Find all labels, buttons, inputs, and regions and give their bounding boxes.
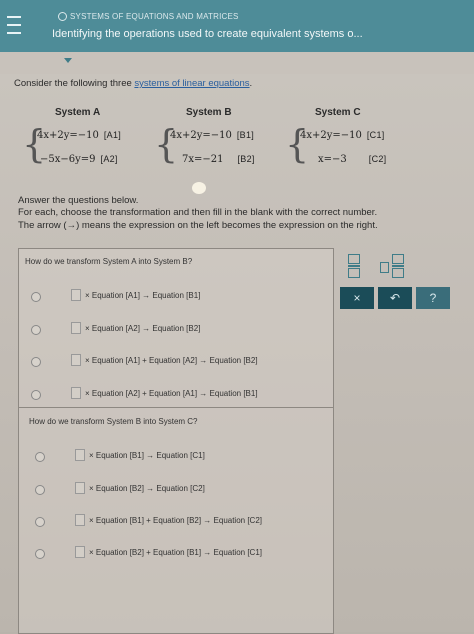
instructions-line3: The arrow (→) means the expression on th… [18,220,378,231]
equation-a2-tag: [A2] [100,154,118,164]
equation-b2: 7x=−21 [B2] [182,154,255,165]
number-blank-input[interactable] [75,482,85,494]
equation-b2-text: 7x=−21 [182,154,224,165]
main-content: Consider the following three systems of … [0,74,474,634]
q1-option-1-label: × Equation [A1] → Equation [B1] [85,290,201,300]
instructions-line2: For each, choose the transformation and … [18,207,378,218]
menu-icon[interactable] [4,10,24,38]
number-blank-input[interactable] [71,322,81,334]
q1-option-2[interactable]: × Equation [A2] → Equation [B2] [71,322,200,334]
radio-q2-option-3[interactable] [35,517,45,527]
equation-c1-text: 4x+2y=−10 [300,130,362,141]
breadcrumb: SYSTEMS OF EQUATIONS AND MATRICES [58,12,239,22]
question-1-prompt: How do we transform System A into System… [25,257,193,266]
q2-option-1-label: × Equation [B1] → Equation [C1] [89,450,205,460]
radio-q1-option-2[interactable] [31,325,41,335]
number-blank-input[interactable] [75,546,85,558]
equation-c2: x=−3 [C2] [318,154,386,165]
equation-a2-text: −5x−6y=9 [40,154,96,165]
mixed-fraction-icon[interactable] [392,254,404,278]
system-b-title: System B [186,107,232,118]
undo-button[interactable]: ↶ [378,287,412,309]
q2-option-3-label: × Equation [B1] + Equation [B2] → Equati… [89,515,263,525]
q1-option-3[interactable]: × Equation [A1] + Equation [A2] → Equati… [71,354,258,366]
equation-a1: 4x+2y=−10 [A1] [37,130,121,141]
intro-period: . [249,78,253,89]
equation-a1-text: 4x+2y=−10 [37,130,99,141]
help-button[interactable]: ? [416,287,450,309]
radio-q1-option-4[interactable] [31,390,41,400]
q2-option-4[interactable]: × Equation [B2] + Equation [B1] → Equati… [75,546,262,558]
breadcrumb-text: SYSTEMS OF EQUATIONS AND MATRICES [70,12,239,21]
q1-option-4[interactable]: × Equation [A2] + Equation [A1] → Equati… [71,387,258,399]
q1-option-2-label: × Equation [A2] → Equation [B2] [85,323,201,333]
q2-option-4-label: × Equation [B2] + Equation [B1] → Equati… [89,547,263,557]
circle-icon [58,12,67,22]
equation-b1-tag: [B1] [236,130,255,140]
number-blank-input[interactable] [71,354,81,366]
intro-text: Consider the following three systems of … [14,78,252,89]
page-title: Identifying the operations used to creat… [52,28,363,40]
app-header: SYSTEMS OF EQUATIONS AND MATRICES Identi… [0,0,474,52]
equation-c1-tag: [C1] [366,130,385,140]
question-2-prompt: How do we transform System B into System… [29,417,198,426]
chevron-down-icon[interactable] [64,58,72,63]
q1-option-3-label: × Equation [A1] + Equation [A2] → Equati… [85,355,258,365]
collapse-bar[interactable] [0,52,474,74]
brace-icon: { [285,122,310,166]
q1-option-4-label: × Equation [A2] + Equation [A1] → Equati… [85,388,258,398]
q2-option-3[interactable]: × Equation [B1] + Equation [B2] → Equati… [75,514,262,526]
radio-q1-option-3[interactable] [31,357,41,367]
equation-b1-text: 4x+2y=−10 [170,130,232,141]
radio-q2-option-2[interactable] [35,485,45,495]
instructions-line1: Answer the questions below. [18,195,139,206]
radio-q2-option-4[interactable] [35,549,45,559]
radio-q1-option-1[interactable] [31,292,41,302]
answer-panel: How do we transform System A into System… [18,248,334,634]
equation-b1: 4x+2y=−10 [B1] [170,130,254,141]
glare [192,182,206,194]
equation-c2-tag: [C2] [368,154,387,164]
clear-button[interactable]: × [340,287,374,309]
q1-option-1[interactable]: × Equation [A1] → Equation [B1] [71,289,200,301]
mixed-number-icon[interactable] [380,262,389,273]
math-toolbar: × ↶ ? [340,246,450,310]
equation-c1: 4x+2y=−10 [C1] [300,130,385,141]
equation-a1-tag: [A1] [103,130,122,140]
equation-c2-text: x=−3 [318,154,347,165]
equation-b2-tag: [B2] [237,154,255,164]
radio-q2-option-1[interactable] [35,452,45,462]
q2-option-2[interactable]: × Equation [B2] → Equation [C2] [75,482,205,494]
equation-a2: −5x−6y=9 [A2] [40,154,118,165]
number-blank-input[interactable] [71,289,81,301]
system-a-title: System A [55,107,101,118]
number-blank-input[interactable] [75,514,85,526]
q2-option-2-label: × Equation [B2] → Equation [C2] [89,483,205,493]
q2-option-1[interactable]: × Equation [B1] → Equation [C1] [75,449,205,461]
number-blank-input[interactable] [75,449,85,461]
system-c-title: System C [315,107,361,118]
brace-icon: { [154,122,179,166]
fraction-icon[interactable] [348,254,360,278]
question-divider [19,407,333,408]
intro-label: Consider the following three [14,78,135,89]
number-blank-input[interactable] [71,387,81,399]
systems-link[interactable]: systems of linear equations [134,78,249,89]
